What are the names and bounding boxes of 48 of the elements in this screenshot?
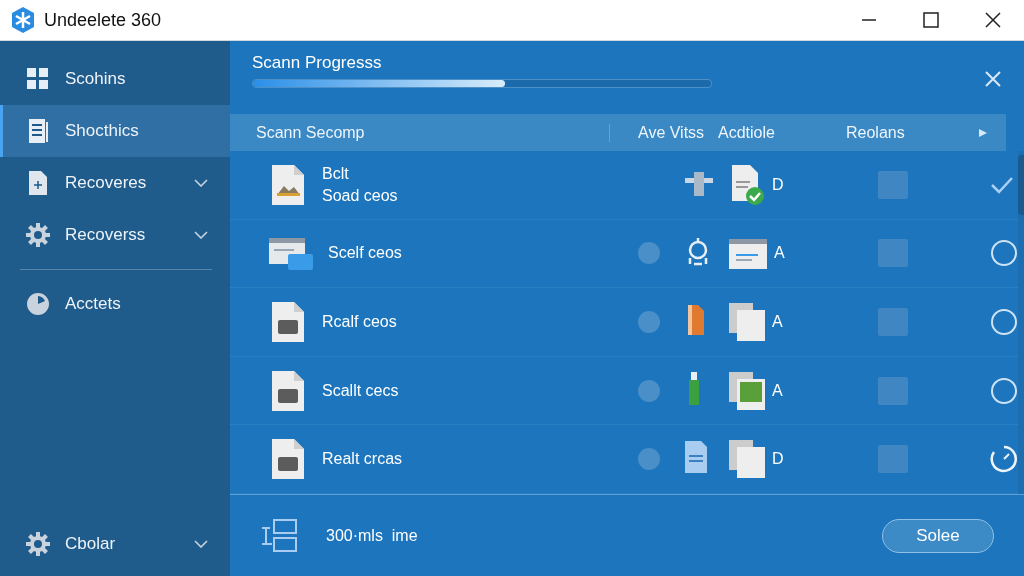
sidebar-item[interactable]: Cbolar xyxy=(0,518,230,570)
file-name: Rcalf ceos xyxy=(322,313,397,331)
sort-arrow-icon[interactable] xyxy=(978,127,988,138)
checkbox[interactable] xyxy=(878,239,908,268)
column-header[interactable]: Acdtiole xyxy=(710,123,840,142)
column-header[interactable]: Ave Vitss xyxy=(610,123,710,142)
checkbox[interactable] xyxy=(878,376,908,405)
gear-icon xyxy=(25,531,51,557)
document-icon xyxy=(684,440,708,475)
solve-button[interactable]: Solee xyxy=(882,518,994,553)
file-name: Scallt cecs xyxy=(322,381,399,400)
drive-letter: A xyxy=(774,244,785,263)
file-name: Soad ceos xyxy=(322,186,398,205)
drive-letter: A xyxy=(772,381,783,400)
layout-icon xyxy=(260,517,298,554)
radio-circle-icon[interactable] xyxy=(990,308,1018,336)
document-list-icon xyxy=(27,118,49,144)
file-name: Scelf ceos xyxy=(328,244,402,263)
progress-title: Scann Progresss xyxy=(252,53,383,73)
column-header[interactable]: Reolans xyxy=(840,123,940,142)
drive-letter: A xyxy=(772,313,783,331)
column-header[interactable]: Scann Secomp xyxy=(230,123,610,142)
gear-icon xyxy=(25,222,51,248)
grid-icon xyxy=(26,67,50,91)
checkbox[interactable] xyxy=(878,170,908,199)
radio-circle-icon[interactable] xyxy=(990,376,1018,405)
pie-chart-icon xyxy=(26,292,50,316)
close-icon[interactable] xyxy=(984,69,1002,88)
app-logo-icon xyxy=(10,6,36,34)
sidebar-item[interactable]: Scohins xyxy=(0,53,230,105)
window-title: Undeelete 360 xyxy=(44,9,162,31)
radio-circle-icon[interactable] xyxy=(990,239,1018,268)
file-plus-icon xyxy=(27,170,49,196)
file-name: Bclt xyxy=(322,164,350,183)
sidebar-item[interactable]: Acctets xyxy=(0,278,230,330)
checkbox[interactable] xyxy=(878,445,908,474)
window-icon xyxy=(728,236,768,271)
checkbox[interactable] xyxy=(878,308,908,336)
drive-letter: D xyxy=(772,450,784,469)
copies-icon xyxy=(728,302,766,342)
sidebar-item[interactable]: Recoverss xyxy=(0,209,230,261)
sidebar-item[interactable]: Shocthics xyxy=(0,105,230,157)
copies-icon xyxy=(728,439,766,480)
drive-letter: D xyxy=(772,175,784,194)
image-copies-icon xyxy=(728,370,766,411)
file-name: Realt crcas xyxy=(322,450,403,469)
scan-info: 300·mls ime xyxy=(326,526,419,545)
sidebar-item[interactable]: Recoveres xyxy=(0,157,230,209)
